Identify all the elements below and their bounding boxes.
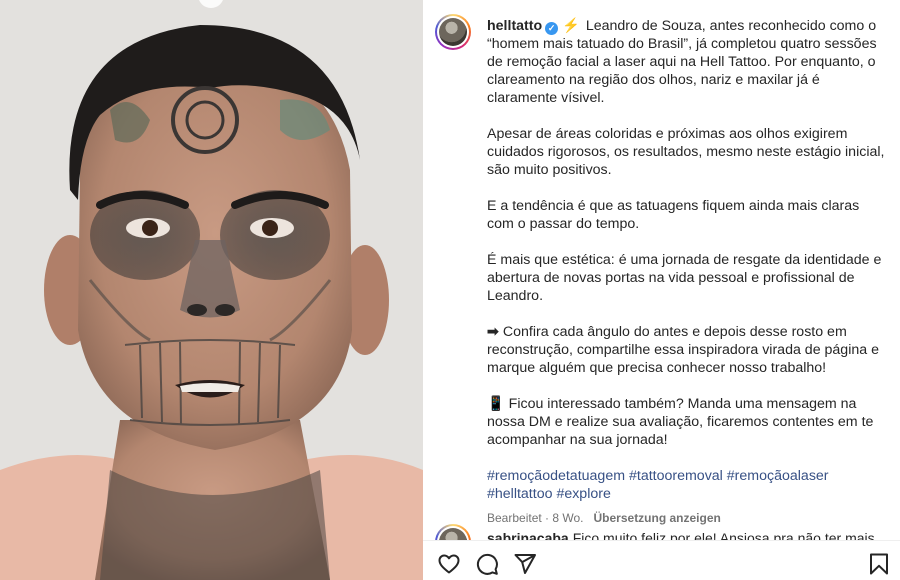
hashtags: #remoçãodetatuagem #tattooremoval #remoç… (487, 467, 887, 503)
lightning-emoji-icon: ⚡ (562, 18, 580, 34)
save-button[interactable] (867, 552, 891, 576)
caption-text-6: Ficou interessado também? Manda uma mens… (487, 396, 874, 448)
caption-paragraph-4: É mais que estética: é uma jornada de re… (487, 252, 882, 304)
hashtag-link[interactable]: #remoçãoalaser (727, 468, 829, 484)
translate-button[interactable]: Übersetzung anzeigen (594, 511, 721, 525)
hashtag-link[interactable]: #remoçãodetatuagem (487, 468, 625, 484)
author-username[interactable]: helltatto (487, 18, 542, 34)
hashtag-link[interactable]: #explore (556, 486, 610, 502)
post-media[interactable] (0, 0, 423, 580)
caption-paragraph-1: helltatto ✓ ⚡ Leandro de Souza, antes recon… (487, 17, 887, 107)
post-photo (0, 0, 423, 580)
comment-text: Fico muito feliz por ele! Ansiosa pra nã… (572, 530, 875, 540)
comment: sabrinacaba Fico muito feliz por ele! Ans… (487, 528, 887, 540)
post-details-panel: helltatto ✓ ⚡ Leandro de Souza, antes recon… (423, 0, 900, 580)
bookmark-icon (870, 553, 888, 575)
share-button[interactable] (513, 552, 537, 576)
caption-paragraph-3: E a tendência é que as tatuagens fiquem … (487, 198, 860, 232)
heart-icon (438, 554, 460, 574)
edited-label: Bearbeitet (487, 511, 542, 525)
caption-text-5: Confira cada ângulo do antes e depois de… (487, 324, 879, 376)
arrow-right-emoji-icon: ➡ (487, 324, 499, 340)
verified-badge-icon: ✓ (545, 22, 559, 35)
phone-emoji-icon: 📱 (487, 396, 505, 412)
paper-plane-icon (514, 554, 536, 574)
post-meta: Bearbeitet · 8 Wo. Übersetzung anzeigen (487, 511, 721, 525)
caption-paragraph-5: ➡ Confira cada ângulo do antes e depois d… (487, 323, 887, 377)
speech-bubble-icon (476, 553, 498, 575)
caption-paragraph-6: 📱 Ficou interessado também? Manda uma men… (487, 395, 887, 449)
action-bar (423, 540, 900, 580)
comment-username[interactable]: sabrinacaba (487, 530, 569, 540)
post-time[interactable]: 8 Wo. (552, 511, 583, 525)
like-button[interactable] (437, 552, 461, 576)
author-avatar[interactable] (435, 14, 471, 50)
comment-button[interactable] (475, 552, 499, 576)
caption-paragraph-2: Apesar de áreas coloridas e próximas aos… (487, 126, 885, 178)
post-caption: helltatto ✓ ⚡ Leandro de Souza, antes recon… (487, 17, 887, 527)
hashtag-link[interactable]: #tattooremoval (629, 468, 723, 484)
hashtag-link[interactable]: #helltattoo (487, 486, 552, 502)
